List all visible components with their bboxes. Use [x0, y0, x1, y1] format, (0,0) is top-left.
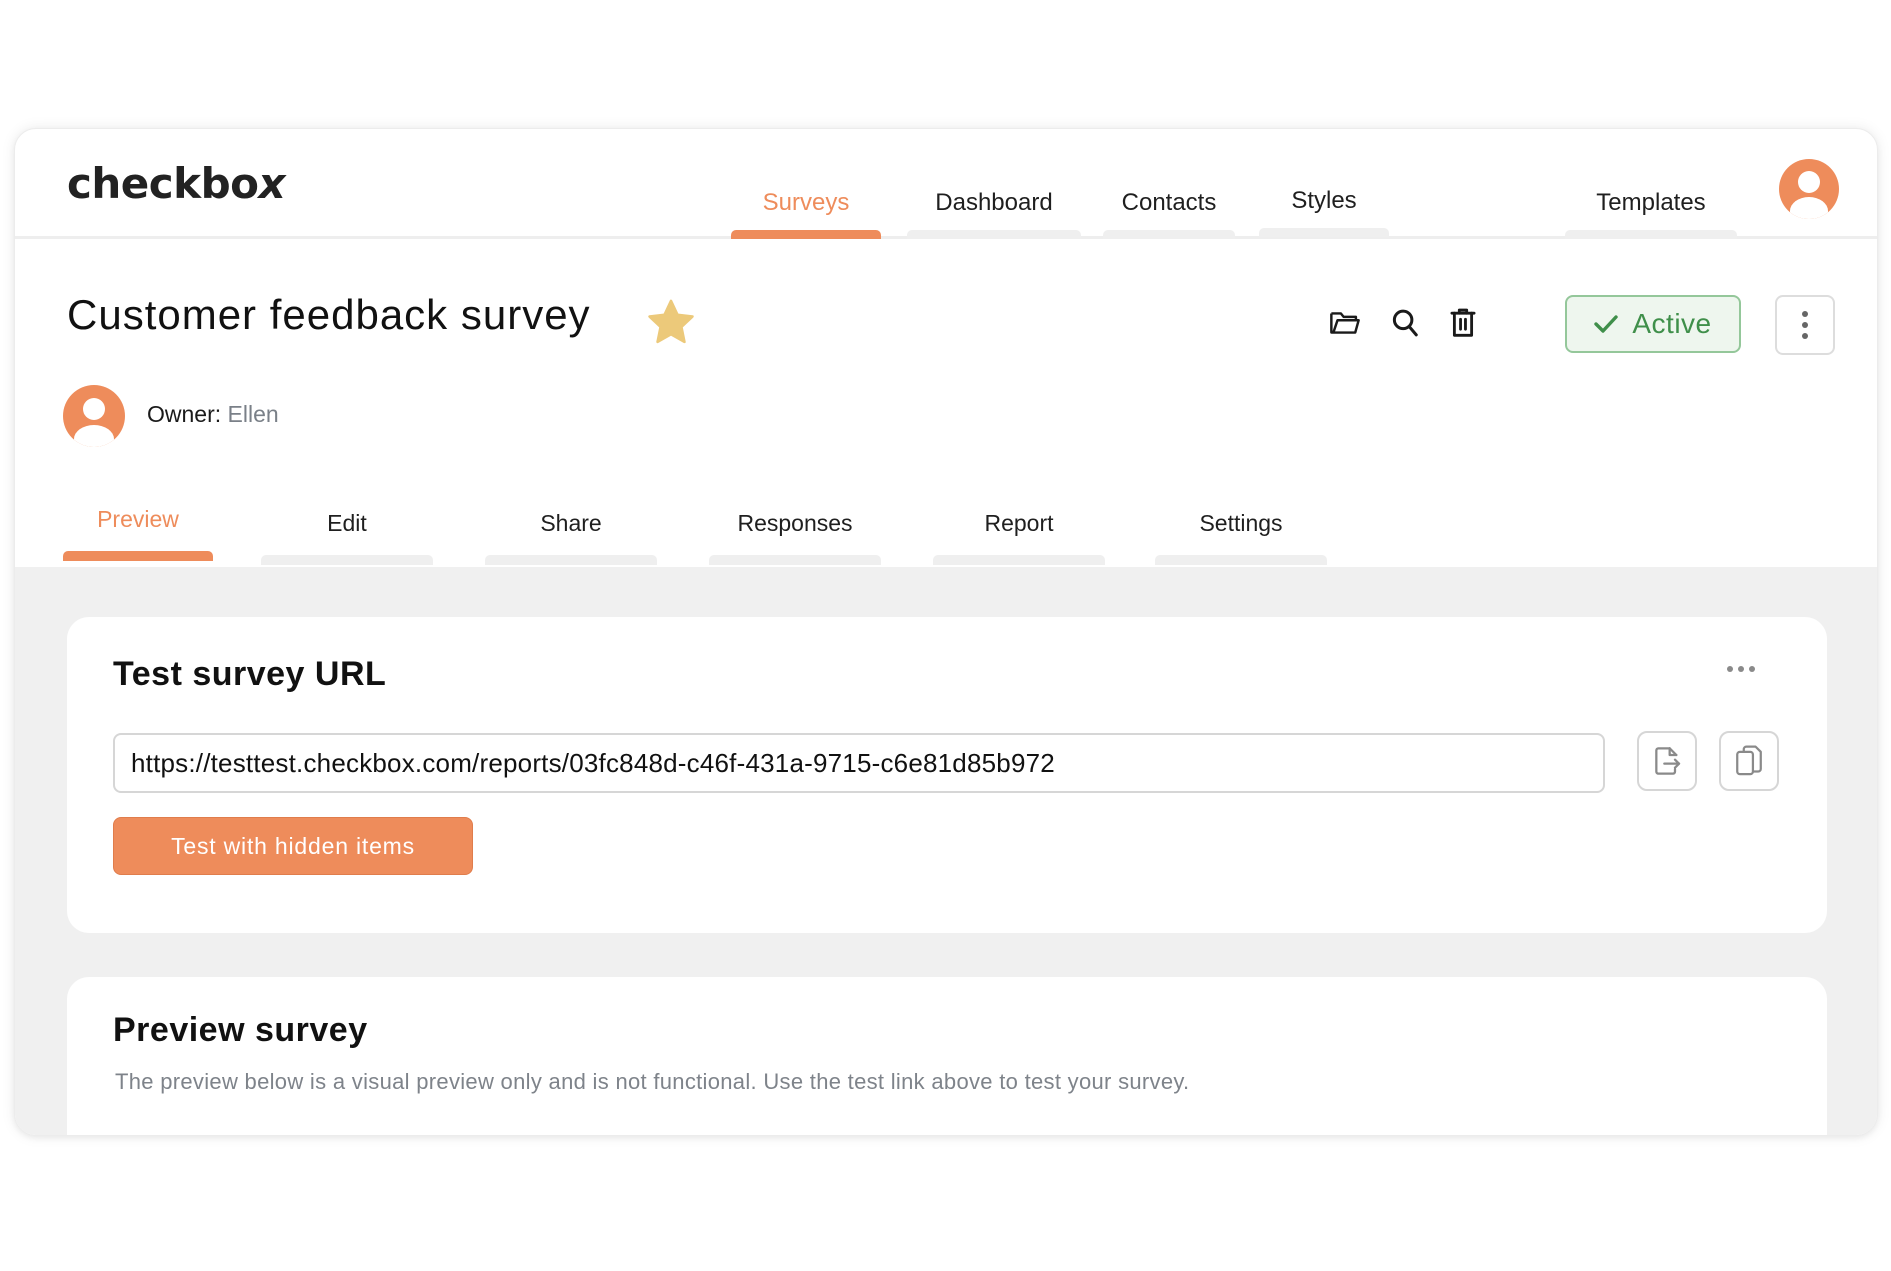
card-title: Preview survey [113, 1011, 368, 1049]
page-title: Customer feedback survey [67, 291, 591, 338]
test-hidden-items-button[interactable]: Test with hidden items [113, 817, 473, 875]
star-icon[interactable] [645, 297, 697, 349]
tab-label: Report [984, 510, 1054, 536]
nav-tab-dashboard[interactable]: Dashboard [907, 187, 1081, 239]
user-avatar-icon[interactable] [1779, 159, 1839, 219]
tab-indicator [709, 555, 881, 565]
kebab-dot [1802, 311, 1808, 317]
content-area: Test survey URL https://testtest.checkbo… [15, 567, 1877, 1135]
tab-label: Edit [327, 510, 367, 536]
owner-label: Owner: [147, 401, 222, 427]
open-link-icon[interactable] [1637, 731, 1697, 791]
nav-tab-surveys[interactable]: Surveys [731, 187, 881, 239]
search-icon[interactable] [1385, 303, 1425, 343]
more-horizontal-icon[interactable] [1727, 663, 1761, 675]
tab-report[interactable]: Report [933, 509, 1105, 565]
tab-label: Share [540, 510, 602, 536]
owner-info: Owner: Ellen [147, 401, 279, 428]
nav-tab-contacts[interactable]: Contacts [1103, 187, 1235, 239]
tab-indicator [63, 551, 213, 561]
top-navbar: checkbox Surveys Dashboard Contacts Styl… [15, 129, 1877, 239]
kebab-dot [1802, 333, 1808, 339]
tab-label: Settings [1199, 510, 1283, 536]
app-window: checkbox Surveys Dashboard Contacts Styl… [14, 128, 1878, 1136]
nav-tab-label: Contacts [1121, 189, 1217, 216]
owner-name: Ellen [227, 401, 279, 427]
test-url-card: Test survey URL https://testtest.checkbo… [67, 617, 1827, 933]
tab-indicator [933, 555, 1105, 565]
tab-indicator [1155, 555, 1327, 565]
preview-survey-card: Preview survey The preview below is a vi… [67, 977, 1827, 1135]
nav-tab-label: Templates [1596, 189, 1706, 216]
nav-tab-indicator [1565, 230, 1737, 239]
nav-tab-label: Styles [1291, 187, 1357, 214]
nav-tab-indicator [731, 230, 881, 239]
status-label: Active [1632, 308, 1712, 339]
nav-tab-indicator [1259, 228, 1389, 237]
more-options-button[interactable] [1775, 295, 1835, 355]
tab-indicator [261, 555, 433, 565]
tab-share[interactable]: Share [485, 509, 657, 565]
folder-icon[interactable] [1325, 303, 1365, 343]
check-icon [1594, 315, 1619, 333]
kebab-dot [1802, 322, 1808, 328]
tab-label: Responses [737, 510, 853, 536]
card-title: Test survey URL [113, 655, 387, 693]
tab-responses[interactable]: Responses [709, 509, 881, 565]
nav-tab-label: Dashboard [935, 189, 1053, 216]
owner-avatar-icon [63, 385, 125, 447]
preview-description: The preview below is a visual preview on… [115, 1069, 1190, 1094]
nav-tab-label: Surveys [762, 189, 850, 216]
status-badge[interactable]: Active [1565, 295, 1741, 353]
nav-tab-styles[interactable]: Styles [1259, 185, 1389, 237]
logo-x: x [258, 159, 286, 208]
copy-icon[interactable] [1719, 731, 1779, 791]
tab-edit[interactable]: Edit [261, 509, 433, 565]
nav-tab-indicator [1103, 230, 1235, 239]
app-logo[interactable]: checkbox [67, 159, 286, 208]
tab-preview[interactable]: Preview [63, 505, 213, 561]
tab-label: Preview [97, 506, 179, 532]
survey-url-field[interactable]: https://testtest.checkbox.com/reports/03… [113, 733, 1605, 793]
tab-settings[interactable]: Settings [1155, 509, 1327, 565]
nav-tab-indicator [907, 230, 1081, 239]
logo-text: checkbo [67, 159, 259, 208]
tab-indicator [485, 555, 657, 565]
trash-icon[interactable] [1443, 303, 1483, 343]
nav-tab-templates[interactable]: Templates [1565, 187, 1737, 239]
